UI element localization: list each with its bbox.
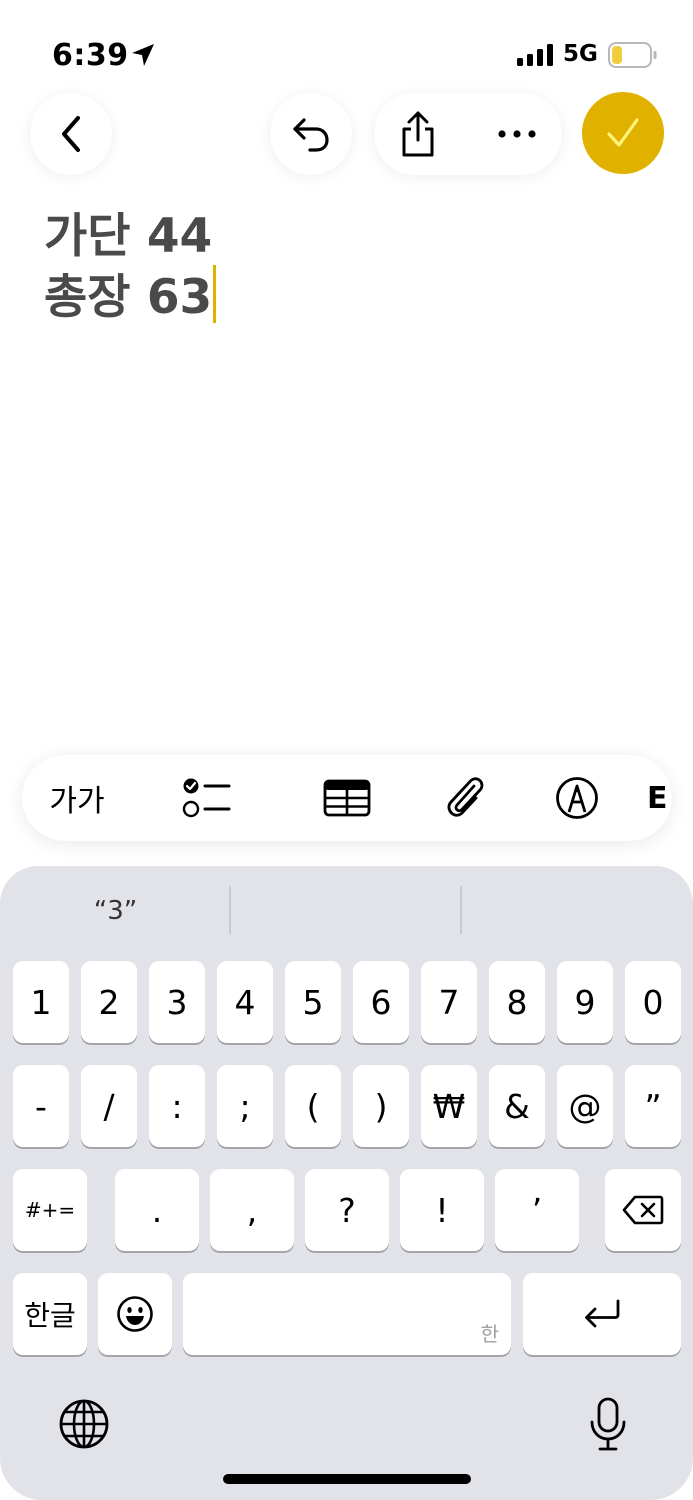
key-quote[interactable]: ” xyxy=(625,1065,681,1147)
space-key-hint: 한 xyxy=(480,1322,499,1346)
key-7[interactable]: 7 xyxy=(421,961,477,1043)
key-6[interactable]: 6 xyxy=(353,961,409,1043)
key-semicolon[interactable]: ; xyxy=(217,1065,273,1147)
status-time: 6:39 xyxy=(52,38,129,73)
table-button[interactable] xyxy=(312,755,382,841)
key-question[interactable]: ? xyxy=(305,1169,389,1251)
key-2[interactable]: 2 xyxy=(81,961,137,1043)
suggestion-2[interactable] xyxy=(231,888,462,934)
suggestion-3[interactable] xyxy=(462,888,693,934)
keyboard: “3” 1 2 3 4 5 6 7 8 9 0 - / : ; ( ) ₩ & … xyxy=(0,866,693,1500)
network-type: 5G xyxy=(563,41,598,67)
key-more-symbols[interactable]: #+= xyxy=(13,1169,87,1251)
battery-icon xyxy=(608,42,657,68)
key-ampersand[interactable]: & xyxy=(489,1065,545,1147)
globe-icon xyxy=(59,1399,109,1449)
note-line: 총장 63 xyxy=(44,270,213,325)
markup-button[interactable] xyxy=(542,755,612,841)
key-1[interactable]: 1 xyxy=(13,961,69,1043)
format-bar-overflow-item[interactable]: E xyxy=(647,755,672,841)
emoji-icon xyxy=(117,1296,153,1332)
emoji-key[interactable] xyxy=(98,1273,172,1355)
share-icon xyxy=(402,111,434,157)
location-arrow-icon xyxy=(132,44,154,66)
key-0[interactable]: 0 xyxy=(625,961,681,1043)
microphone-icon xyxy=(590,1397,626,1451)
key-9[interactable]: 9 xyxy=(557,961,613,1043)
key-colon[interactable]: : xyxy=(149,1065,205,1147)
backspace-icon xyxy=(622,1195,664,1225)
key-comma[interactable]: , xyxy=(210,1169,294,1251)
paperclip-icon xyxy=(447,777,484,817)
checkmark-icon xyxy=(607,118,639,147)
note-body[interactable]: 가단 44 총장 63 xyxy=(44,208,217,326)
key-5[interactable]: 5 xyxy=(285,961,341,1043)
key-at[interactable]: @ xyxy=(557,1065,613,1147)
ellipsis-icon xyxy=(498,130,536,138)
format-toolbar: 가가 E xyxy=(22,755,672,841)
suggestion-1[interactable]: “3” xyxy=(0,888,231,934)
more-button[interactable] xyxy=(489,93,545,175)
undo-button[interactable] xyxy=(270,93,352,175)
checklist-icon xyxy=(182,778,231,818)
key-8[interactable]: 8 xyxy=(489,961,545,1043)
globe-button[interactable] xyxy=(56,1396,112,1452)
back-button[interactable] xyxy=(30,93,112,175)
text-caret xyxy=(213,265,217,323)
note-line: 가단 44 xyxy=(44,209,213,264)
return-icon xyxy=(585,1299,620,1328)
return-key[interactable] xyxy=(523,1273,681,1355)
key-slash[interactable]: / xyxy=(81,1065,137,1147)
note-line-with-caret: 총장 63 xyxy=(44,265,217,326)
key-3[interactable]: 3 xyxy=(149,961,205,1043)
share-button[interactable] xyxy=(392,93,444,175)
chevron-left-icon xyxy=(62,116,80,152)
table-icon xyxy=(323,779,371,817)
key-close-paren[interactable]: ) xyxy=(353,1065,409,1147)
attachment-button[interactable] xyxy=(430,755,500,841)
key-open-paren[interactable]: ( xyxy=(285,1065,341,1147)
key-period[interactable]: . xyxy=(115,1169,199,1251)
home-indicator[interactable] xyxy=(223,1474,471,1484)
key-won[interactable]: ₩ xyxy=(421,1065,477,1147)
actions-pill xyxy=(374,93,562,175)
space-key[interactable]: 한 xyxy=(183,1273,511,1355)
checklist-button[interactable] xyxy=(172,755,242,841)
key-exclamation[interactable]: ! xyxy=(400,1169,484,1251)
key-apostrophe[interactable]: ’ xyxy=(495,1169,579,1251)
key-hyphen[interactable]: - xyxy=(13,1065,69,1147)
delete-key[interactable] xyxy=(605,1169,681,1251)
undo-icon xyxy=(293,118,329,152)
markup-pen-icon xyxy=(556,777,598,819)
cellular-signal-icon xyxy=(517,44,553,66)
text-style-button[interactable]: 가가 xyxy=(44,755,110,841)
key-4[interactable]: 4 xyxy=(217,961,273,1043)
status-bar: 6:39 5G xyxy=(0,0,693,90)
done-button[interactable] xyxy=(582,92,664,174)
dictation-button[interactable] xyxy=(580,1396,636,1452)
language-key[interactable]: 한글 xyxy=(13,1273,87,1355)
